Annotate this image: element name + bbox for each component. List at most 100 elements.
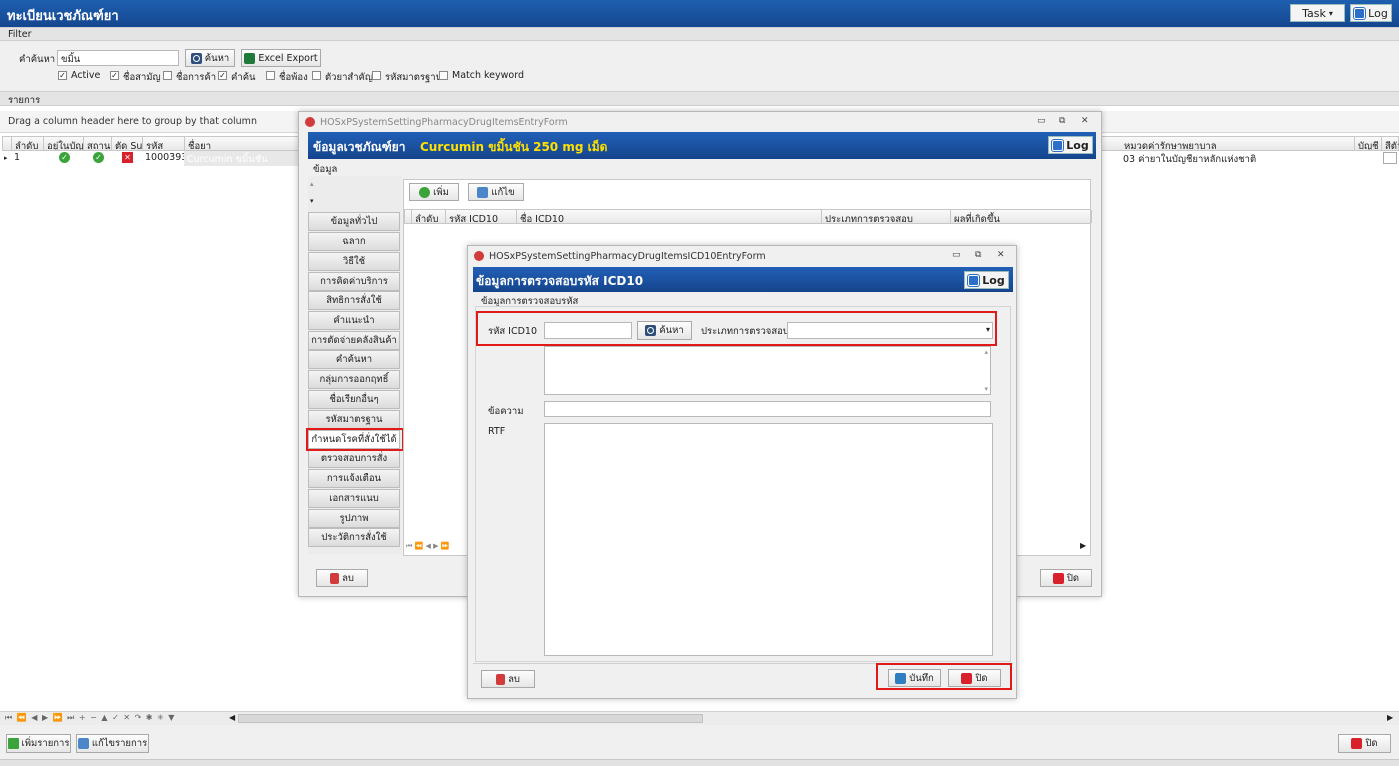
column-header[interactable]: อยู่ในบัญ: [44, 137, 84, 150]
icd-log-button[interactable]: Log: [964, 271, 1009, 289]
entry-close-button[interactable]: ปิด: [1040, 569, 1092, 587]
app-title: ทะเบียนเวชภัณฑ์ยา: [7, 9, 119, 24]
scroll-down-icon[interactable]: ▾: [984, 385, 988, 393]
plus-icon: [7, 738, 19, 749]
nav-item[interactable]: คำแนะนำ: [308, 311, 400, 330]
drug-name: Curcumin ขมิ้นชัน 250 mg เม็ด: [420, 140, 608, 154]
close-window-icon[interactable]: ✕: [997, 250, 1005, 260]
nav-item[interactable]: การตัดจ่ายคลังสินค้า: [308, 331, 400, 350]
column-header[interactable]: ตัด Sub: [112, 137, 143, 150]
column-header[interactable]: สีตัว: [1382, 137, 1399, 150]
checkbox-standard-code[interactable]: [372, 71, 381, 80]
column-header[interactable]: ชื่อยา: [185, 137, 305, 150]
search-label: คำค้นหา: [19, 54, 56, 65]
chevron-down-icon: ▾: [1328, 8, 1333, 18]
check-type-select[interactable]: ▾: [787, 322, 993, 339]
task-label: Task: [1302, 6, 1326, 20]
entry-delete-label: ลบ: [342, 572, 354, 584]
checkbox-generic-name[interactable]: ✓: [110, 71, 119, 80]
close-icon: [1052, 572, 1064, 584]
column-header[interactable]: บัญชี: [1355, 137, 1382, 150]
column-header[interactable]: หมวดค่ารักษาพยาบาล: [1121, 137, 1355, 150]
icd-grid-header: ลำดับ รหัส ICD10 ชื่อ ICD10 ประเภทการตรว…: [404, 209, 1092, 224]
checkbox-active[interactable]: ✓: [58, 71, 67, 80]
column-header[interactable]: รหัส: [143, 137, 185, 150]
task-dropdown[interactable]: Task ▾: [1290, 4, 1345, 22]
log-button[interactable]: Log: [1350, 4, 1392, 22]
nav-item[interactable]: คำค้นหา: [308, 350, 400, 369]
icd-search-label: ค้นหา: [659, 325, 684, 336]
excel-icon: [244, 52, 256, 64]
nav-item[interactable]: ตรวจสอบการสั่ง: [308, 449, 400, 468]
grid-navigator-buttons[interactable]: ⏮ ⏪ ◀ ▶ ⏩: [406, 542, 449, 551]
entry-tab-label[interactable]: ข้อมูล: [313, 162, 337, 177]
nav-item[interactable]: กลุ่มการออกฤทธิ์: [308, 370, 400, 389]
nav-item[interactable]: การคิดค่าบริการ: [308, 272, 400, 291]
edit-icd-button[interactable]: แก้ไข: [468, 183, 524, 201]
navigator-buttons[interactable]: ⏮ ⏪ ◀ ▶ ⏩ ⏭ + − ▲ ✓ ✕ ↷ ✱ ✳ ▼: [5, 713, 175, 723]
column-header[interactable]: ลำดับ: [412, 210, 446, 223]
scroll-up-icon[interactable]: ▴: [984, 348, 988, 356]
checkbox-match-keyword[interactable]: [439, 71, 448, 80]
rtf-editor[interactable]: [544, 423, 993, 656]
add-icon: [419, 186, 431, 198]
nav-item[interactable]: ฉลาก: [308, 232, 400, 251]
trash-icon: [496, 673, 506, 685]
checkbox-label: ตัวยาสำคัญ: [325, 72, 373, 83]
nav-item[interactable]: เอกสารแนบ: [308, 489, 400, 508]
log-icon: [1353, 6, 1367, 20]
checkbox-label: ชื่อการค้า: [176, 72, 217, 83]
icd-entry-window-titlebar: HOSxPSystemSettingPharmacyDrugItemsICD10…: [468, 246, 1016, 266]
search-button[interactable]: ค้นหา: [185, 49, 235, 67]
column-header[interactable]: สถานะ: [84, 137, 112, 150]
nav-item[interactable]: รหัสมาตรฐาน: [308, 410, 400, 429]
edit-item-button[interactable]: แก้ไขรายการ: [76, 734, 149, 753]
checkbox-trade-name[interactable]: [163, 71, 172, 80]
add-icd-button[interactable]: เพิ่ม: [409, 183, 459, 201]
icd-name-memo[interactable]: ▴ ▾: [544, 346, 991, 395]
minimize-icon[interactable]: ▭: [952, 250, 961, 260]
message-input[interactable]: [544, 401, 991, 417]
scroll-right-icon[interactable]: ▶: [1080, 541, 1086, 550]
main-close-button[interactable]: ปิด: [1338, 734, 1391, 753]
nav-item[interactable]: ประวัติการสั่งใช้: [308, 528, 400, 547]
nav-item[interactable]: การแจ้งเตือน: [308, 469, 400, 488]
column-header[interactable]: รหัส ICD10: [446, 210, 517, 223]
close-window-icon[interactable]: ✕: [1081, 116, 1089, 126]
maximize-icon[interactable]: ⧉: [1059, 116, 1065, 126]
icd-code-input[interactable]: [544, 322, 632, 339]
entry-delete-button[interactable]: ลบ: [316, 569, 368, 587]
maximize-icon[interactable]: ⧉: [975, 250, 981, 260]
add-item-button[interactable]: เพิ่มรายการ: [6, 734, 71, 753]
icd-save-button[interactable]: บันทึก: [888, 669, 941, 687]
nav-scroll-up-icon[interactable]: ▴: [310, 180, 314, 188]
nav-item[interactable]: สิทธิการสั่งใช้: [308, 291, 400, 310]
scroll-left-icon[interactable]: ◀: [229, 713, 235, 722]
nav-item[interactable]: วิธีใช้: [308, 252, 400, 271]
icd-search-button[interactable]: ค้นหา: [637, 321, 692, 340]
drug-log-button[interactable]: Log: [1048, 136, 1093, 154]
icd-delete-button[interactable]: ลบ: [481, 670, 535, 688]
column-header[interactable]: ผลที่เกิดขึ้น: [951, 210, 1092, 223]
search-input[interactable]: ขมิ้น: [57, 50, 179, 66]
rtf-label: RTF: [488, 426, 506, 437]
scroll-right-icon[interactable]: ▶: [1387, 713, 1393, 722]
minimize-icon[interactable]: ▭: [1037, 116, 1046, 126]
column-header[interactable]: ประเภทการตรวจสอบ: [822, 210, 951, 223]
check-type-label: ประเภทการตรวจสอบ: [701, 326, 789, 337]
drug-header-label: ข้อมูลเวชภัณฑ์ยา: [313, 140, 406, 154]
icd-close-button[interactable]: ปิด: [948, 669, 1001, 687]
row-color-swatch: [1383, 152, 1397, 164]
column-header[interactable]: ลำดับ: [12, 137, 44, 150]
horizontal-scrollbar-thumb[interactable]: [238, 714, 703, 723]
checkbox-label: ชื่อพ้อง: [279, 72, 308, 83]
nav-item[interactable]: ชื่อเรียกอื่นๆ: [308, 390, 400, 409]
nav-item[interactable]: ข้อมูลทั่วไป: [308, 212, 400, 231]
nav-item[interactable]: รูปภาพ: [308, 509, 400, 528]
column-header[interactable]: ชื่อ ICD10: [517, 210, 822, 223]
checkbox-synonym[interactable]: [266, 71, 275, 80]
excel-export-button[interactable]: Excel Export: [241, 49, 321, 67]
checkbox-main-ingredient[interactable]: [312, 71, 321, 80]
checkbox-keyword[interactable]: ✓: [218, 71, 227, 80]
nav-scroll-down-icon[interactable]: ▾: [310, 197, 314, 205]
